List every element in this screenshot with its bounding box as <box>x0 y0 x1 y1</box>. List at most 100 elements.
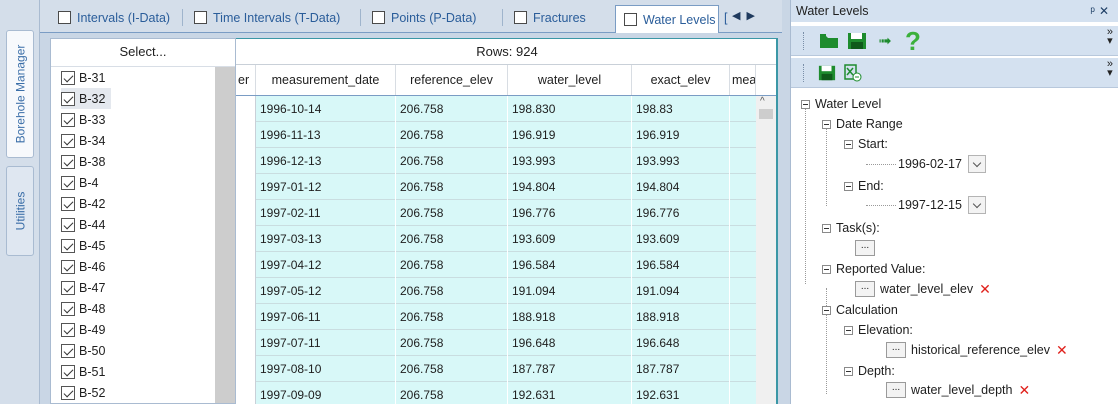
list-item-checkbox[interactable] <box>61 301 75 316</box>
tab-fractures-checkbox[interactable] <box>514 11 527 24</box>
list-item-checkbox[interactable] <box>61 259 75 274</box>
table-cell[interactable]: 188.918 <box>508 304 632 330</box>
list-item[interactable]: B-52 <box>61 382 105 403</box>
table-cell[interactable]: 193.609 <box>508 226 632 252</box>
tab-water-levels-checkbox[interactable] <box>624 13 637 26</box>
table-cell[interactable]: 206.758 <box>396 252 508 278</box>
table-cell[interactable]: 206.758 <box>396 278 508 304</box>
table-cell[interactable]: 193.609 <box>632 226 730 252</box>
table-cell[interactable]: 1997-05-12 <box>256 278 396 304</box>
tab-points[interactable]: Points (P-Data) <box>364 6 476 29</box>
list-item[interactable]: B-51 <box>61 361 105 382</box>
list-scroll-thumb[interactable] <box>215 67 235 403</box>
start-date-picker[interactable]: 1996-02-17 <box>898 155 986 173</box>
arrow-forward-icon[interactable]: ➟ <box>873 29 897 53</box>
table-cell[interactable]: 1996-12-13 <box>256 148 396 174</box>
table-cell[interactable]: 206.758 <box>396 122 508 148</box>
tree-node-calculation[interactable]: Calculation <box>822 301 898 319</box>
table-cell[interactable]: 206.758 <box>396 148 508 174</box>
depth-field[interactable]: ... water_level_depth ✕ <box>886 381 1030 399</box>
table-cell[interactable]: 188.918 <box>632 304 730 330</box>
pin-icon[interactable]: ᵖ <box>1090 4 1099 18</box>
table-cell[interactable]: 206.758 <box>396 200 508 226</box>
table-cell[interactable]: 196.776 <box>632 200 730 226</box>
table-cell[interactable]: 198.83 <box>632 96 730 122</box>
tree-node-tasks[interactable]: Task(s): <box>822 219 880 237</box>
save-icon[interactable] <box>815 61 839 85</box>
tab-overflow[interactable]: [ <box>720 6 727 29</box>
elevation-field[interactable]: ... historical_reference_elev ✕ <box>886 341 1068 359</box>
list-item-checkbox[interactable] <box>61 175 75 190</box>
tree-node-reported-value[interactable]: Reported Value: <box>822 260 925 278</box>
grid-scroll-thumb[interactable] <box>759 109 773 119</box>
tree-node-end[interactable]: End: <box>844 177 884 195</box>
pane-controls[interactable]: ᵖ✕ <box>1090 0 1113 22</box>
collapse-icon[interactable] <box>822 264 831 274</box>
excel-export-icon[interactable] <box>841 61 865 85</box>
list-scrollbar[interactable] <box>215 67 235 403</box>
list-item-checkbox[interactable] <box>61 385 75 400</box>
end-date-picker[interactable]: 1997-12-15 <box>898 196 986 214</box>
table-cell[interactable]: 187.787 <box>508 356 632 382</box>
list-item[interactable]: B-31 <box>61 67 105 88</box>
list-item[interactable]: B-48 <box>61 298 105 319</box>
row-header[interactable] <box>236 252 256 278</box>
collapse-icon[interactable] <box>844 366 853 376</box>
table-cell[interactable]: 1997-09-09 <box>256 382 396 404</box>
remove-icon[interactable]: ✕ <box>979 280 991 298</box>
tab-time-intervals-checkbox[interactable] <box>194 11 207 24</box>
list-item[interactable]: B-49 <box>61 319 105 340</box>
row-header[interactable] <box>236 356 256 382</box>
table-cell[interactable]: 196.919 <box>632 122 730 148</box>
list-item-checkbox[interactable] <box>61 70 75 85</box>
list-item[interactable]: B-44 <box>61 214 105 235</box>
collapse-icon[interactable] <box>822 223 831 233</box>
help-icon[interactable]: ? <box>901 26 925 56</box>
column-header-measurement-date[interactable]: measurement_date <box>256 65 396 95</box>
tab-utilities[interactable]: Utilities <box>6 166 34 256</box>
table-cell[interactable]: 196.776 <box>508 200 632 226</box>
tasks-browse-button[interactable]: ... <box>855 239 880 257</box>
scroll-left-icon[interactable]: ◀ <box>732 9 740 22</box>
row-header[interactable] <box>236 200 256 226</box>
open-folder-icon[interactable] <box>817 29 841 53</box>
row-header[interactable] <box>236 304 256 330</box>
tab-fractures[interactable]: Fractures <box>506 6 586 29</box>
table-cell[interactable]: 206.758 <box>396 382 508 404</box>
list-item-checkbox[interactable] <box>61 91 75 106</box>
list-item[interactable]: B-50 <box>61 340 105 361</box>
row-header[interactable] <box>236 174 256 200</box>
tab-intervals-checkbox[interactable] <box>58 11 71 24</box>
list-item-checkbox[interactable] <box>61 112 75 127</box>
row-header[interactable] <box>236 226 256 252</box>
tree-node-depth[interactable]: Depth: <box>844 362 895 380</box>
row-header[interactable] <box>236 382 256 404</box>
row-header[interactable] <box>236 148 256 174</box>
list-item[interactable]: B-47 <box>61 277 105 298</box>
toolbar-grip[interactable] <box>803 32 806 50</box>
table-cell[interactable]: 192.631 <box>632 382 730 404</box>
tab-points-checkbox[interactable] <box>372 11 385 24</box>
scroll-up-icon[interactable]: ^ <box>760 96 765 107</box>
list-item[interactable]: B-46 <box>61 256 105 277</box>
row-header[interactable] <box>236 330 256 356</box>
chevron-down-icon[interactable] <box>967 196 986 214</box>
list-item[interactable]: B-42 <box>61 193 105 214</box>
list-item[interactable]: B-32 <box>61 88 112 109</box>
table-cell[interactable]: 196.919 <box>508 122 632 148</box>
list-item[interactable]: B-4 <box>61 172 98 193</box>
tab-time-intervals[interactable]: Time Intervals (T-Data) <box>186 6 340 29</box>
row-header[interactable] <box>236 122 256 148</box>
remove-icon[interactable]: ✕ <box>1018 381 1030 399</box>
list-item-checkbox[interactable] <box>61 217 75 232</box>
table-cell[interactable]: 206.758 <box>396 304 508 330</box>
list-item[interactable]: B-38 <box>61 151 105 172</box>
list-item-checkbox[interactable] <box>61 343 75 358</box>
table-cell[interactable]: 1997-07-11 <box>256 330 396 356</box>
table-cell[interactable]: 1997-02-11 <box>256 200 396 226</box>
tree-node-start[interactable]: Start: <box>844 135 888 153</box>
column-header-exact-elev[interactable]: exact_elev <box>632 65 730 95</box>
tree-node-elevation[interactable]: Elevation: <box>844 321 913 339</box>
collapse-icon[interactable] <box>844 181 853 191</box>
collapse-icon[interactable] <box>844 139 853 149</box>
